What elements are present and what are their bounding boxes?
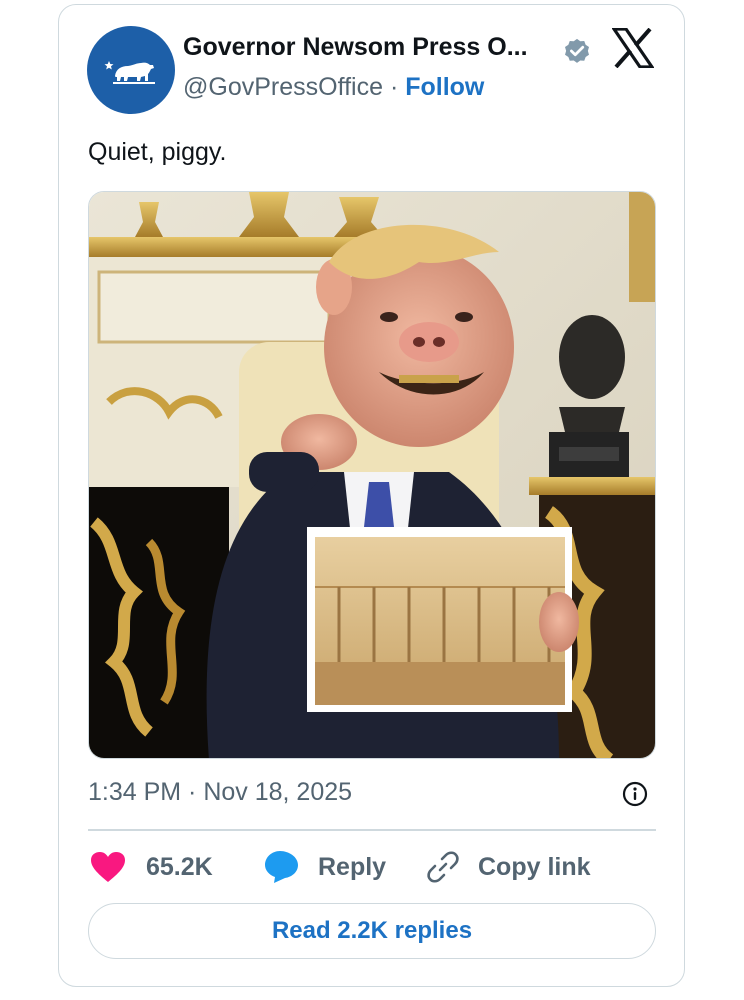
california-bear-icon <box>104 61 155 84</box>
read-replies-button[interactable]: Read 2.2K replies <box>88 903 656 959</box>
link-icon <box>427 851 459 883</box>
info-icon[interactable] <box>622 781 648 807</box>
reply-button[interactable]: Reply <box>264 850 386 884</box>
tweet-image[interactable] <box>88 191 656 759</box>
handle[interactable]: @GovPressOffice <box>183 73 383 101</box>
like-button[interactable]: 65.2K <box>90 850 213 884</box>
reply-bubble-icon <box>265 851 298 883</box>
verified-badge-icon <box>565 38 589 63</box>
likes-count: 65.2K <box>146 852 213 881</box>
separator: · <box>389 73 399 101</box>
display-name[interactable]: Governor Newsom Press O... <box>183 33 528 62</box>
image-photo <box>89 192 655 758</box>
divider <box>88 829 656 831</box>
copy-link-button[interactable]: Copy link <box>426 850 591 884</box>
handle-row: @GovPressOffice · Follow <box>183 73 484 102</box>
timestamp[interactable]: 1:34 PM · Nov 18, 2025 <box>88 778 352 807</box>
copy-link-label: Copy link <box>478 852 591 881</box>
reply-label: Reply <box>318 852 387 881</box>
follow-button[interactable]: Follow <box>405 73 484 101</box>
tweet-text: Quiet, piggy. <box>88 138 227 166</box>
avatar[interactable] <box>87 26 175 114</box>
x-logo-icon[interactable] <box>612 28 654 68</box>
heart-icon <box>91 852 125 882</box>
